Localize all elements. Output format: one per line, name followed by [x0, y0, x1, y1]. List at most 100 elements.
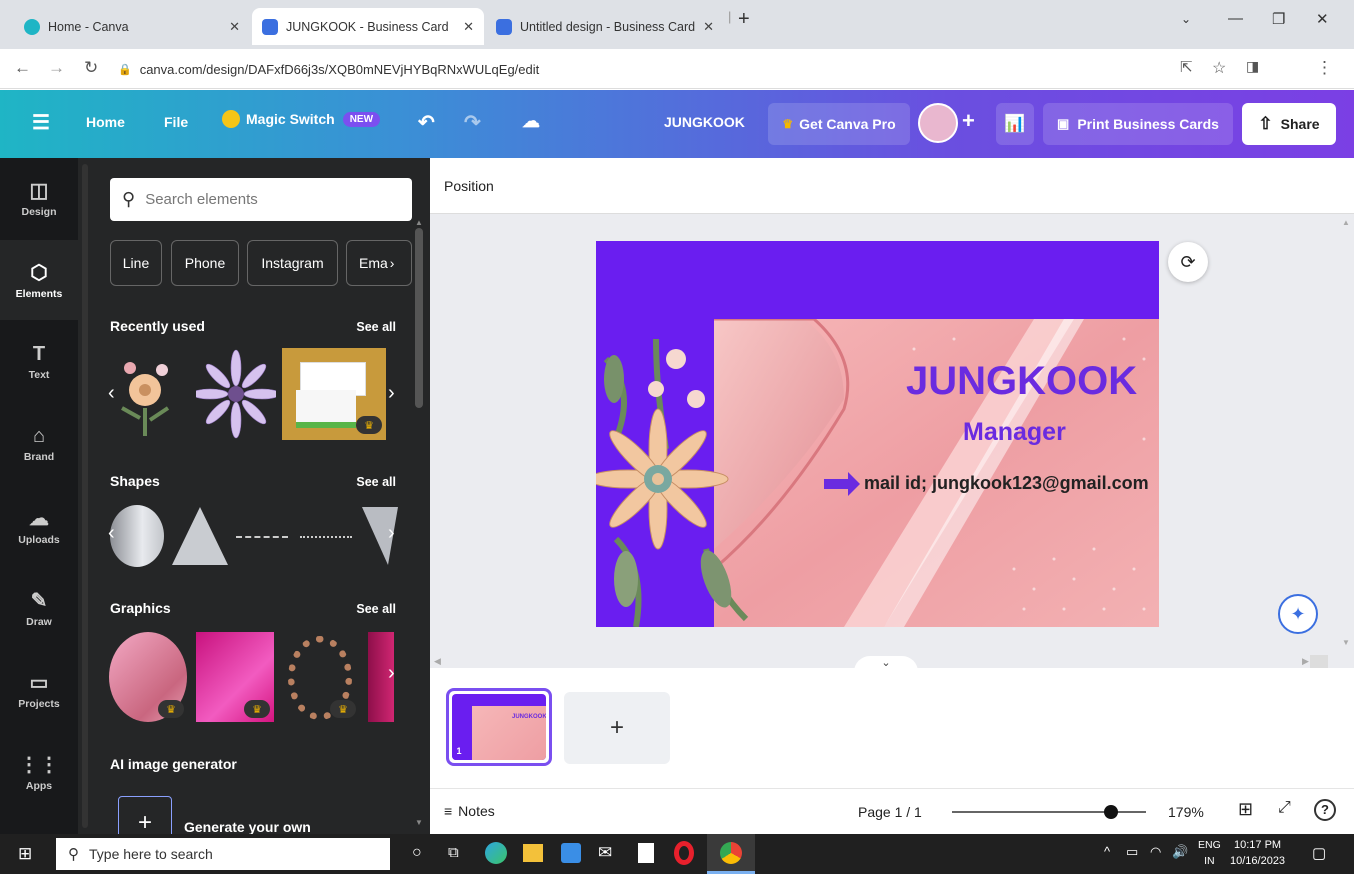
panel-left-scrollbar[interactable]	[82, 164, 88, 828]
help-icon[interactable]: ?	[1314, 799, 1336, 821]
notepad-icon[interactable]	[638, 843, 654, 863]
print-business-cards-button[interactable]: ▣ Print Business Cards	[1043, 103, 1233, 145]
chip-line[interactable]: Line	[110, 240, 162, 286]
cortana-circle-icon[interactable]: ○	[412, 844, 422, 862]
back-arrow-icon[interactable]: ←	[14, 58, 31, 78]
cloud-saved-icon[interactable]: ☁	[522, 111, 540, 132]
card-flower-graphic[interactable]	[596, 329, 756, 627]
zoom-slider-track[interactable]	[952, 805, 1146, 819]
reload-icon[interactable]: ↻	[84, 58, 98, 78]
battery-icon[interactable]: ▭	[1126, 844, 1138, 860]
page-thumbnail-1[interactable]: JUNGKOOK 1	[446, 688, 552, 766]
panel-scroll-down-icon[interactable]: ▼	[415, 818, 423, 827]
add-page-button[interactable]: +	[564, 692, 670, 764]
share-button[interactable]: ⇧ Share	[1242, 103, 1336, 145]
panel-scroll-up-icon[interactable]: ▲	[415, 218, 423, 227]
magic-switch-button[interactable]: Magic Switch NEW	[222, 110, 381, 128]
refresh-rotate-icon[interactable]: ⟳	[1168, 242, 1208, 282]
recent-prev-arrow-icon[interactable]: ‹	[108, 382, 115, 405]
file-menu-button[interactable]: File	[164, 114, 188, 130]
task-view-icon[interactable]: ⧉	[448, 844, 459, 861]
windows-start-icon[interactable]: ⊞	[18, 844, 32, 864]
forward-arrow-icon[interactable]: →	[48, 58, 65, 78]
rail-item-draw[interactable]: ✎ Draw	[0, 568, 78, 648]
minimize-icon[interactable]: —	[1228, 10, 1243, 27]
card-role-text[interactable]: Manager	[963, 418, 1066, 447]
shapes-see-all-link[interactable]: See all	[356, 475, 396, 489]
opera-browser-icon[interactable]	[674, 841, 694, 865]
rail-item-brand[interactable]: ⌂ Brand	[0, 404, 78, 484]
magic-sparkle-icon[interactable]: ✦	[1278, 594, 1318, 634]
scroll-right-icon[interactable]: ▶	[1302, 656, 1309, 667]
get-canva-pro-button[interactable]: ♛ Get Canva Pro	[768, 103, 910, 145]
graphics-next-arrow-icon[interactable]: ›	[388, 662, 395, 685]
tab-home-canva[interactable]: Home - Canva ✕	[14, 8, 250, 45]
generate-plus-button[interactable]: +	[118, 796, 172, 834]
hamburger-menu-icon[interactable]: ☰	[32, 110, 50, 135]
file-explorer-icon[interactable]	[523, 844, 543, 862]
rail-item-text[interactable]: T Text	[0, 322, 78, 402]
wifi-icon[interactable]: ◠	[1150, 844, 1161, 860]
rail-item-projects[interactable]: ▭ Projects	[0, 650, 78, 730]
side-panel-icon[interactable]: ◨	[1246, 58, 1259, 75]
search-elements-input[interactable]: ⚲ Search elements	[110, 178, 412, 221]
url-field[interactable]: 🔒 canva.com/design/DAFxfD66j3s/XQB0mNEVj…	[118, 55, 1158, 83]
microsoft-store-icon[interactable]	[561, 843, 581, 863]
chips-next-chevron-icon[interactable]: ›	[390, 255, 395, 271]
circle-shape[interactable]	[110, 505, 164, 567]
bookmark-star-icon[interactable]: ☆	[1212, 58, 1226, 78]
close-tab-icon[interactable]: ✕	[229, 19, 240, 35]
scroll-down-icon[interactable]: ▼	[1342, 638, 1350, 647]
taskbar-clock[interactable]: 10:17 PM 10/16/2023	[1230, 837, 1285, 869]
shapes-next-arrow-icon[interactable]: ›	[388, 522, 395, 545]
triangle-shape[interactable]	[172, 507, 228, 565]
rail-item-elements[interactable]: ⬡ Elements	[0, 240, 78, 320]
rail-item-uploads[interactable]: ☁ Uploads	[0, 486, 78, 566]
new-tab-plus-icon[interactable]: +	[738, 8, 750, 31]
page-indicator[interactable]: Page 1 / 1	[858, 804, 922, 820]
restore-icon[interactable]: ❐	[1272, 10, 1285, 28]
chip-phone[interactable]: Phone	[171, 240, 239, 286]
dashed-line-shape[interactable]	[236, 536, 288, 538]
chrome-taskbar-button[interactable]	[707, 834, 755, 874]
taskbar-search-box[interactable]: ⚲ Type here to search	[56, 838, 390, 870]
tab-untitled-design[interactable]: Untitled design - Business Card ✕	[486, 8, 724, 45]
zoom-slider-knob[interactable]	[1104, 805, 1119, 819]
tab-search-chevron-icon[interactable]: ⌄	[1181, 12, 1191, 26]
mail-icon[interactable]: ✉	[598, 843, 612, 863]
position-button[interactable]: Position	[444, 178, 494, 194]
user-avatar[interactable]	[918, 103, 958, 143]
business-card-canvas[interactable]: JUNGKOOK Manager mail id; jungkook123@gm…	[596, 241, 1159, 627]
card-name-text[interactable]: JUNGKOOK	[906, 359, 1137, 404]
generate-your-own-label[interactable]: Generate your own	[184, 819, 311, 834]
workspace-vertical-scrollbar[interactable]: ▲ ▼	[1342, 218, 1350, 647]
language-indicator[interactable]: ENG IN	[1198, 837, 1221, 869]
close-tab-icon[interactable]: ✕	[463, 19, 474, 35]
card-email-line[interactable]: mail id; jungkook123@gmail.com	[824, 471, 1149, 496]
browser-menu-icon[interactable]: ⋮	[1316, 58, 1333, 78]
undo-icon[interactable]: ↶	[418, 110, 435, 135]
recent-purple-daisy-graphic[interactable]	[196, 348, 276, 440]
recent-flower-bouquet-graphic[interactable]	[110, 348, 180, 440]
notes-button[interactable]: ≡ Notes	[444, 803, 495, 819]
share-page-icon[interactable]: ⇱	[1180, 58, 1193, 76]
close-tab-icon[interactable]: ✕	[703, 19, 714, 35]
tray-chevron-icon[interactable]: ^	[1104, 844, 1110, 859]
home-button[interactable]: Home	[86, 114, 125, 130]
scroll-up-icon[interactable]: ▲	[1342, 218, 1350, 227]
dotted-line-shape[interactable]	[300, 536, 352, 538]
redo-icon[interactable]: ↷	[464, 110, 481, 135]
volume-icon[interactable]: 🔊	[1172, 844, 1188, 860]
recent-next-arrow-icon[interactable]: ›	[388, 382, 395, 405]
add-collaborator-plus-icon[interactable]: +	[962, 108, 975, 134]
analytics-chart-icon[interactable]: 📊	[996, 103, 1034, 145]
rail-item-apps[interactable]: ⋮⋮ Apps	[0, 732, 78, 812]
edge-browser-icon[interactable]	[485, 842, 507, 864]
fullscreen-icon[interactable]: ⤢	[1278, 799, 1291, 817]
tab-jungkook-business-card[interactable]: JUNGKOOK - Business Card ✕	[252, 8, 484, 45]
chip-email[interactable]: Ema ›	[346, 240, 412, 286]
chip-instagram[interactable]: Instagram	[247, 240, 338, 286]
scroll-left-icon[interactable]: ◀	[434, 656, 441, 667]
rail-item-design[interactable]: ◫ Design	[0, 158, 78, 238]
recent-business-card-mockup-image[interactable]: ♛	[282, 348, 386, 440]
